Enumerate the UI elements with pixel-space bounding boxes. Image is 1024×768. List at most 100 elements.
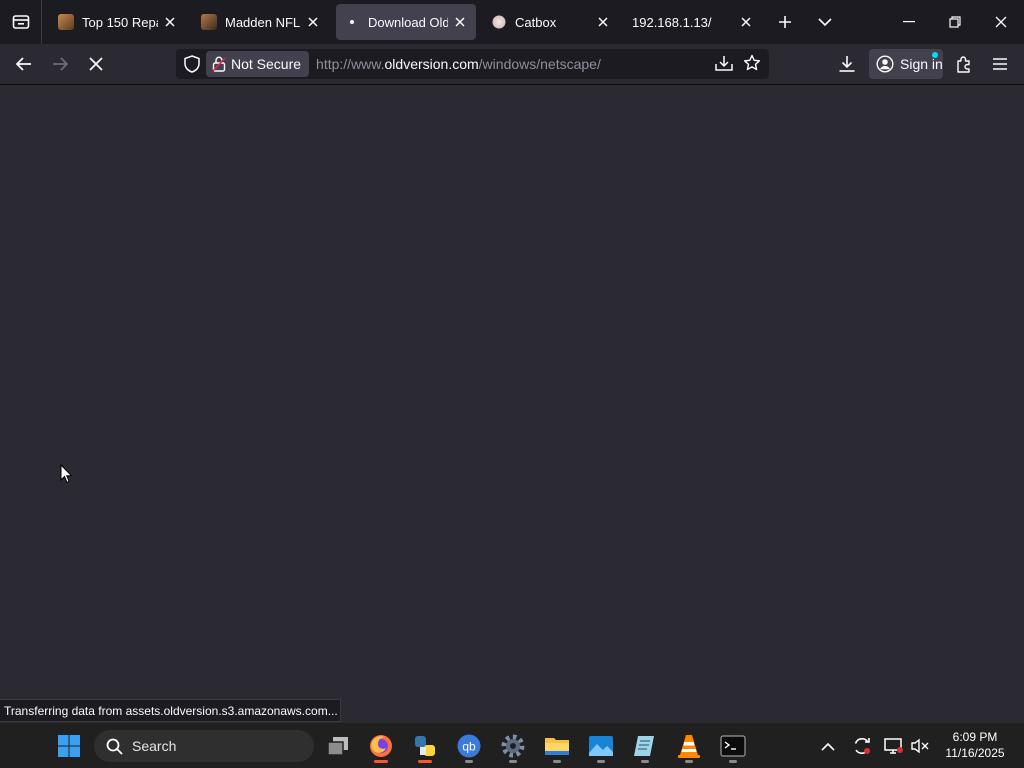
minimize-icon <box>903 21 915 23</box>
not-secure-label: Not Secure <box>231 56 302 72</box>
status-panel: Transferring data from assets.oldversion… <box>0 699 341 722</box>
tab-download-old-versions[interactable]: Download Old V <box>336 4 476 40</box>
windows-taskbar: Search qb 6:09 PM 11/16/2025 <box>0 722 1024 768</box>
arrow-right-icon <box>53 57 68 71</box>
tab-title: 192.168.1.13/ <box>632 14 712 30</box>
display-icon <box>884 738 903 754</box>
firefox-view-button[interactable] <box>0 0 42 44</box>
python-icon <box>415 736 435 756</box>
speaker-muted-icon <box>911 738 929 754</box>
tracking-protection-shield-icon[interactable] <box>184 55 200 78</box>
loading-dot-icon <box>344 14 360 30</box>
notepad-icon <box>634 736 654 756</box>
search-label: Search <box>132 738 177 754</box>
clock-time: 6:09 PM <box>952 730 998 744</box>
tab-title: Download Old V <box>368 14 448 30</box>
search-icon <box>106 738 123 755</box>
restore-icon <box>949 16 961 28</box>
task-view-button[interactable] <box>318 727 358 765</box>
stop-icon <box>89 57 103 71</box>
new-tab-button[interactable] <box>769 6 801 38</box>
broken-lock-icon <box>212 56 226 72</box>
chevron-down-icon <box>818 18 832 27</box>
extensions-button[interactable] <box>948 48 980 80</box>
tab-local-ip[interactable]: 192.168.1.13/ <box>626 4 762 40</box>
app-menu-button[interactable] <box>984 48 1016 80</box>
back-button[interactable] <box>8 48 40 80</box>
url-domain: oldversion.com <box>384 56 479 72</box>
taskbar-vlc[interactable] <box>669 727 709 765</box>
close-tab-icon[interactable] <box>595 14 611 30</box>
taskbar-firefox[interactable] <box>361 727 401 765</box>
sync-icon <box>854 738 870 754</box>
tab-catbox[interactable]: Catbox <box>483 4 619 40</box>
url-prefix: http://www. <box>316 56 385 72</box>
tab-title: Madden NFL 20 <box>225 14 301 30</box>
clock-date: 11/16/2025 <box>945 746 1005 760</box>
tab-title: Catbox <box>515 14 557 30</box>
show-hidden-icons-button[interactable] <box>810 727 846 765</box>
tab-madden-nfl-20[interactable]: Madden NFL 20 <box>193 4 329 40</box>
game-cover-icon <box>201 14 217 30</box>
gear-icon <box>501 734 525 758</box>
sign-in-label: Sign in <box>900 56 943 72</box>
minimize-button[interactable] <box>886 0 932 44</box>
qbittorrent-icon: qb <box>457 734 481 758</box>
svg-text:qb: qb <box>462 740 476 754</box>
firefox-icon <box>370 735 392 757</box>
taskbar-notepad[interactable] <box>625 727 665 765</box>
catbox-icon <box>491 14 507 30</box>
plus-icon <box>779 16 791 28</box>
taskbar-python[interactable] <box>405 727 445 765</box>
url-text[interactable]: http://www.oldversion.com/windows/netsca… <box>316 56 601 72</box>
account-icon <box>876 55 894 73</box>
taskbar-search-box[interactable]: Search <box>94 730 314 762</box>
photos-icon <box>589 736 613 756</box>
notification-dot-icon <box>932 52 938 58</box>
start-button[interactable] <box>49 727 89 765</box>
tray-network-volume-button[interactable] <box>906 727 934 765</box>
tab-title: Top 150 Repacks <box>82 14 158 30</box>
restore-button[interactable] <box>932 0 978 44</box>
folder-icon <box>545 738 569 755</box>
taskbar-settings[interactable] <box>493 727 533 765</box>
not-secure-indicator[interactable]: Not Secure <box>206 51 310 77</box>
stop-loading-button[interactable] <box>80 48 112 80</box>
terminal-icon <box>720 735 746 757</box>
chevron-up-icon <box>821 742 835 751</box>
address-bar[interactable]: Not Secure http://www.oldversion.com/win… <box>176 49 769 79</box>
url-path: /windows/netscape/ <box>478 56 601 72</box>
taskbar-file-explorer[interactable] <box>537 727 577 765</box>
task-view-icon <box>327 737 348 756</box>
downloads-button[interactable] <box>831 48 863 80</box>
vlc-cone-icon <box>678 735 700 758</box>
close-tab-icon[interactable] <box>452 14 468 30</box>
close-tab-icon[interactable] <box>738 14 754 30</box>
list-all-tabs-button[interactable] <box>809 6 841 38</box>
page-save-icon[interactable] <box>715 55 733 77</box>
arrow-left-icon <box>16 57 31 71</box>
mouse-cursor-icon <box>60 463 73 489</box>
firefox-view-icon <box>12 15 29 29</box>
bookmark-star-icon[interactable] <box>743 54 761 77</box>
sign-in-button[interactable]: Sign in <box>869 49 943 79</box>
taskbar-clock[interactable]: 6:09 PM 11/16/2025 <box>936 729 1014 761</box>
forward-button[interactable] <box>44 48 76 80</box>
hamburger-menu-icon <box>993 58 1007 70</box>
page-content-area[interactable] <box>0 85 1024 722</box>
close-window-button[interactable] <box>978 0 1024 44</box>
game-cover-icon <box>58 14 74 30</box>
close-icon <box>995 16 1007 28</box>
close-tab-icon[interactable] <box>162 14 178 30</box>
tray-sync-button[interactable] <box>846 727 878 765</box>
taskbar-photos[interactable] <box>581 727 621 765</box>
tab-top-150-repacks[interactable]: Top 150 Repacks <box>50 4 186 40</box>
close-tab-icon[interactable] <box>305 14 321 30</box>
navigation-toolbar: Not Secure http://www.oldversion.com/win… <box>0 44 1024 85</box>
taskbar-terminal[interactable] <box>713 727 753 765</box>
tab-strip: Top 150 Repacks Madden NFL 20 Download O… <box>0 0 1024 44</box>
puzzle-piece-icon <box>957 56 970 73</box>
taskbar-qbittorrent[interactable]: qb <box>449 727 489 765</box>
windows-logo-icon <box>58 735 80 757</box>
download-arrow-icon <box>839 56 855 72</box>
